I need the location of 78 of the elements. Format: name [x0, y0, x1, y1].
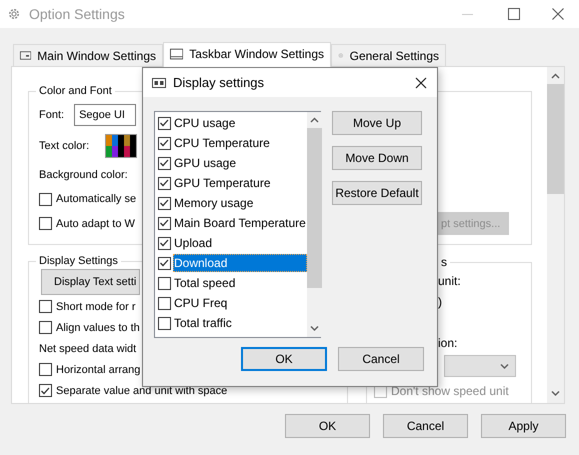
list-action-button[interactable]: Restore Default [332, 181, 422, 205]
list-item[interactable]: CPU Freq [173, 294, 307, 312]
list-action-button[interactable]: Move Down [332, 146, 422, 170]
close-icon[interactable] [552, 8, 564, 20]
checkbox[interactable]: Align values to th [39, 317, 140, 338]
scroll-down-icon [310, 325, 319, 332]
panel-icon [152, 78, 166, 88]
field-label: Text color: [39, 140, 90, 152]
scroll-up-icon [310, 117, 319, 124]
window-title: Option Settings [29, 6, 126, 22]
check-icon [159, 118, 170, 128]
list-item[interactable]: CPU usage [173, 114, 307, 132]
apply-button[interactable]: Apply [481, 414, 566, 438]
check-icon [159, 258, 170, 268]
checkbox[interactable] [158, 116, 171, 130]
field-label: Net speed data widt [39, 342, 136, 356]
list-item[interactable]: GPU Temperature [173, 174, 307, 192]
gear-icon [7, 7, 21, 21]
list-item[interactable]: Memory usage [173, 194, 307, 212]
list-item[interactable]: Total speed [173, 274, 307, 292]
checkbox[interactable] [158, 136, 171, 150]
field-label: Font: [39, 109, 64, 121]
checkbox[interactable] [158, 216, 171, 230]
checkbox[interactable] [158, 276, 171, 290]
field-label: ) [438, 294, 443, 310]
checkbox[interactable] [158, 236, 171, 250]
maximize-icon[interactable] [508, 8, 520, 20]
scrollbar[interactable] [547, 67, 564, 403]
check-icon [159, 138, 170, 148]
window-icon [20, 49, 32, 62]
list-item[interactable]: Upload [173, 234, 307, 252]
checkbox[interactable]: Separate value and unit with space [39, 380, 228, 401]
group-title: Color and Font [38, 85, 113, 97]
list-action-button[interactable]: Move Up [332, 111, 422, 135]
close-icon[interactable] [415, 76, 427, 88]
scroll-thumb[interactable] [547, 84, 564, 194]
group-title: Display Settings [38, 255, 119, 267]
tab[interactable]: Taskbar Window Settings [163, 42, 331, 67]
checkbox[interactable] [158, 256, 171, 270]
scrollbar[interactable] [306, 112, 322, 337]
checkbox[interactable]: Automatically se [39, 189, 136, 209]
check-icon [159, 158, 170, 168]
tab[interactable]: Main Window Settings [13, 44, 163, 66]
list-item[interactable]: CPU Temperature [173, 134, 307, 152]
list-item[interactable]: Download [173, 254, 307, 272]
font-field[interactable]: Segoe UI [74, 104, 136, 126]
dialog-title: Display settings [173, 75, 266, 90]
ok-button[interactable]: OK [285, 414, 370, 438]
checkbox[interactable] [158, 156, 171, 170]
check-icon [159, 198, 170, 208]
field-label: unit: [438, 272, 462, 290]
check-icon [159, 218, 170, 228]
list-item[interactable]: Total traffic [173, 314, 307, 332]
cancel-button[interactable]: Cancel [383, 414, 468, 438]
field-label: Background color: [39, 169, 128, 181]
taskbar-icon [170, 48, 184, 60]
cancel-button[interactable]: Cancel [338, 347, 424, 371]
color-swatch[interactable] [105, 134, 138, 158]
checkbox[interactable] [158, 176, 171, 190]
check-icon [40, 386, 51, 396]
list-item[interactable]: Main Board Temperature [173, 214, 307, 232]
tab[interactable]: General Settings [331, 44, 446, 66]
checkbox[interactable] [158, 296, 171, 310]
scroll-thumb[interactable] [306, 128, 322, 288]
ok-button[interactable]: OK [241, 347, 327, 371]
list-item[interactable]: GPU usage [173, 154, 307, 172]
checkbox[interactable]: Short mode for r [39, 296, 136, 317]
check-icon [159, 238, 170, 248]
field-label: ion: [438, 334, 458, 352]
scroll-down-icon [551, 390, 560, 397]
scroll-up-icon [551, 73, 560, 80]
display-text-button[interactable]: Display Text setti [41, 269, 140, 295]
checkbox[interactable] [158, 316, 171, 330]
check-icon [159, 178, 170, 188]
checkbox[interactable]: Auto adapt to W [39, 214, 135, 234]
checkbox[interactable]: Horizontal arrang [39, 359, 140, 380]
checkbox[interactable] [158, 196, 171, 210]
group-title: s [440, 255, 448, 269]
